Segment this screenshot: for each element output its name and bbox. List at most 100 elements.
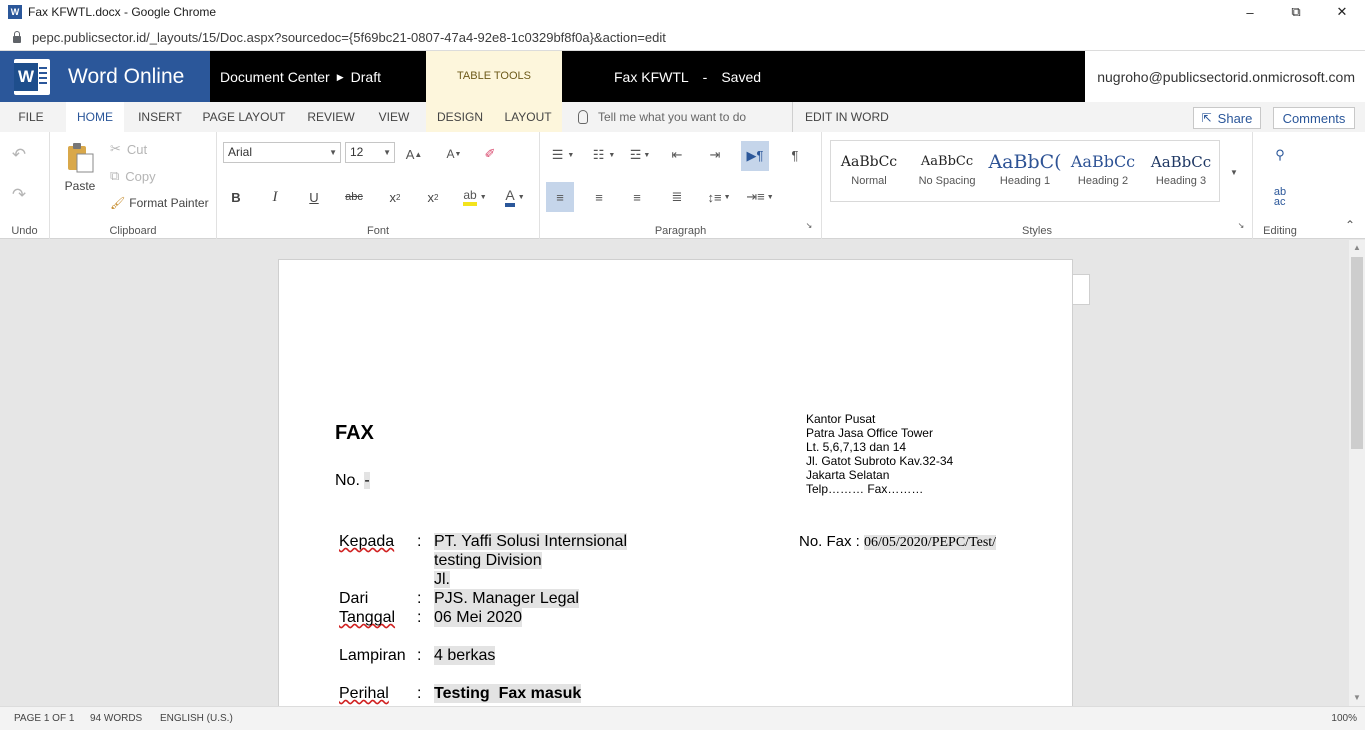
copy-button[interactable]: ⧉ Copy xyxy=(110,168,156,184)
replace-icon[interactable]: ab ac xyxy=(1267,186,1293,208)
highlight-color-icon[interactable]: ab ▼ xyxy=(461,186,489,208)
styles-dialog-launcher-icon[interactable]: ↘ xyxy=(1236,220,1246,230)
restore-button[interactable]: ⧉ xyxy=(1273,0,1319,24)
address-line: Jl. Gatot Subroto Kav.32-34 xyxy=(806,454,954,468)
kepada-label: Kepada xyxy=(339,533,395,550)
doc-name[interactable]: Fax KFWTL xyxy=(614,69,689,85)
font-group: Arial ▼ 12 ▼ A ▲ A ▼ ✐ B I U abc x2 x2 ab ▼ A… xyxy=(217,132,540,239)
app-brand[interactable]: W Word Online xyxy=(0,51,210,102)
page-side-tab[interactable] xyxy=(1073,274,1090,305)
undo-icon[interactable]: ↶ xyxy=(8,144,30,166)
colon: : xyxy=(417,647,422,664)
font-size-select[interactable]: 12 ▼ xyxy=(345,142,395,163)
paragraph-indent-icon[interactable]: ⇥≡ ▼ xyxy=(744,186,776,208)
subscript-icon[interactable]: x2 xyxy=(383,186,407,208)
editing-group-label: Editing xyxy=(1263,225,1297,237)
tab-design[interactable]: DESIGN xyxy=(426,102,494,132)
style-heading-3[interactable]: AaBbCc Heading 3 xyxy=(1144,149,1218,187)
header-bar: Document Center ▶ Draft TABLE TOOLS Fax … xyxy=(210,51,1085,102)
breadcrumb: Document Center ▶ Draft xyxy=(220,69,381,85)
redo-icon[interactable]: ↷ xyxy=(8,184,30,206)
zoom-level[interactable]: 100% xyxy=(1331,713,1357,724)
increase-indent-icon[interactable]: ⇥ xyxy=(704,144,726,166)
address-bar[interactable]: pepc.publicsector.id/_layouts/15/Doc.asp… xyxy=(0,24,1365,51)
clear-formatting-icon[interactable]: ✐ xyxy=(479,144,501,164)
shrink-font-icon[interactable]: A ▼ xyxy=(443,144,465,164)
tab-view[interactable]: VIEW xyxy=(370,102,418,132)
show-formatting-marks-icon[interactable]: ¶ xyxy=(784,144,806,166)
styles-more-chevron-icon[interactable]: ▼ xyxy=(1225,162,1243,182)
vertical-scrollbar[interactable]: ▲ ▼ xyxy=(1349,240,1365,706)
app-name: Word Online xyxy=(68,64,185,88)
collapse-ribbon-icon[interactable]: ⌃ xyxy=(1340,216,1360,234)
decrease-indent-icon[interactable]: ⇤ xyxy=(666,144,688,166)
align-right-icon[interactable]: ≡ xyxy=(626,186,648,208)
tell-me-search[interactable]: Tell me what you want to do xyxy=(578,102,746,132)
breadcrumb-draft[interactable]: Draft xyxy=(351,69,381,85)
no-fax-value: 06/05/2020/PEPC/Test/ xyxy=(864,535,997,550)
scroll-down-arrow-icon[interactable]: ▼ xyxy=(1349,690,1365,706)
numbering-icon[interactable]: ☷ ▼ xyxy=(588,144,620,166)
multilevel-list-icon[interactable]: ☲ ▼ xyxy=(624,144,656,166)
office-address[interactable]: Kantor Pusat Patra Jasa Office Tower Lt.… xyxy=(806,412,953,496)
tab-review[interactable]: REVIEW xyxy=(302,102,360,132)
cut-button[interactable]: ✂ Cut xyxy=(110,141,147,157)
comments-button[interactable]: Comments xyxy=(1273,107,1355,129)
edit-in-word-button[interactable]: EDIT IN WORD xyxy=(792,102,889,132)
url-text[interactable]: pepc.publicsector.id/_layouts/15/Doc.asp… xyxy=(32,30,666,45)
tab-layout[interactable]: LAYOUT xyxy=(494,102,562,132)
font-group-label: Font xyxy=(366,225,389,237)
format-painter-button[interactable]: 🖌 Format Painter xyxy=(110,195,209,211)
window-title: Fax KFWTL.docx - Google Chrome xyxy=(28,5,217,19)
find-icon[interactable]: ⚲ xyxy=(1269,144,1291,166)
underline-button[interactable]: U xyxy=(303,186,325,208)
font-color-icon[interactable]: A ▼ xyxy=(501,186,529,208)
fax-heading[interactable]: FAX xyxy=(335,422,374,445)
align-left-icon[interactable]: ≡ xyxy=(546,182,574,212)
style-heading-1[interactable]: AaBbC(Heading 1 xyxy=(988,149,1062,187)
document-page[interactable]: FAX No. - Kantor Pusat Patra Jasa Office… xyxy=(278,259,1073,706)
language-indicator[interactable]: ENGLISH (U.S.) xyxy=(160,713,233,724)
style-preview: AaBbCc xyxy=(840,154,898,170)
fax-number-field[interactable]: No. Fax : 06/05/2020/PEPC/Test/ xyxy=(799,533,997,551)
clipboard-group: Paste ✂ Cut ⧉ Copy 🖌 Format Painter Clipboa… xyxy=(50,132,217,239)
italic-button[interactable]: I xyxy=(264,186,286,208)
tab-insert[interactable]: INSERT xyxy=(130,102,190,132)
tab-file[interactable]: FILE xyxy=(8,102,54,132)
fax-number-line[interactable]: No. - xyxy=(335,472,370,490)
scrollbar-thumb[interactable] xyxy=(1351,257,1363,449)
style-name: Heading 1 xyxy=(999,175,1051,187)
style-normal[interactable]: AaBbCc Normal xyxy=(832,149,906,187)
line-spacing-icon[interactable]: ↕≡ ▼ xyxy=(704,186,734,208)
chevron-down-icon: ▼ xyxy=(383,148,391,157)
close-window-button[interactable]: ✕ xyxy=(1319,0,1365,24)
bullets-icon[interactable]: ☰ ▼ xyxy=(548,144,578,166)
share-icon: ⇱ xyxy=(1201,111,1212,125)
strikethrough-button[interactable]: abc xyxy=(341,186,367,208)
tell-me-placeholder: Tell me what you want to do xyxy=(598,110,747,124)
tab-home[interactable]: HOME xyxy=(66,102,124,132)
dari-value: PJS. Manager Legal xyxy=(434,589,579,608)
style-heading-2[interactable]: AaBbCc Heading 2 xyxy=(1066,149,1140,187)
tab-page-layout[interactable]: PAGE LAYOUT xyxy=(198,102,290,132)
user-account[interactable]: nugroho@publicsectorid.onmicrosoft.com xyxy=(1097,69,1355,85)
justify-icon[interactable]: ≣ xyxy=(666,186,688,208)
bold-button[interactable]: B xyxy=(225,186,247,208)
superscript-icon[interactable]: x2 xyxy=(421,186,445,208)
minimize-button[interactable]: – xyxy=(1227,0,1273,24)
kepada-value: PT. Yaffi Solusi Internsional testing Di… xyxy=(434,532,627,589)
address-line: Jakarta Selatan xyxy=(806,468,890,482)
share-button[interactable]: ⇱ Share xyxy=(1193,107,1261,129)
grow-font-icon[interactable]: A ▲ xyxy=(403,144,425,164)
style-no-spacing[interactable]: AaBbCc No Spacing xyxy=(910,149,984,187)
format-painter-label: Format Painter xyxy=(129,196,209,210)
font-family-select[interactable]: Arial ▼ xyxy=(223,142,341,163)
align-center-icon[interactable]: ≡ xyxy=(588,186,610,208)
scroll-up-arrow-icon[interactable]: ▲ xyxy=(1349,240,1365,256)
ltr-direction-icon[interactable]: ▶¶ xyxy=(741,141,769,171)
no-label: No. xyxy=(335,472,360,489)
paste-icon[interactable] xyxy=(64,142,96,174)
lightbulb-icon xyxy=(578,110,588,124)
breadcrumb-document-center[interactable]: Document Center xyxy=(220,69,330,85)
paste-label[interactable]: Paste xyxy=(60,178,100,194)
